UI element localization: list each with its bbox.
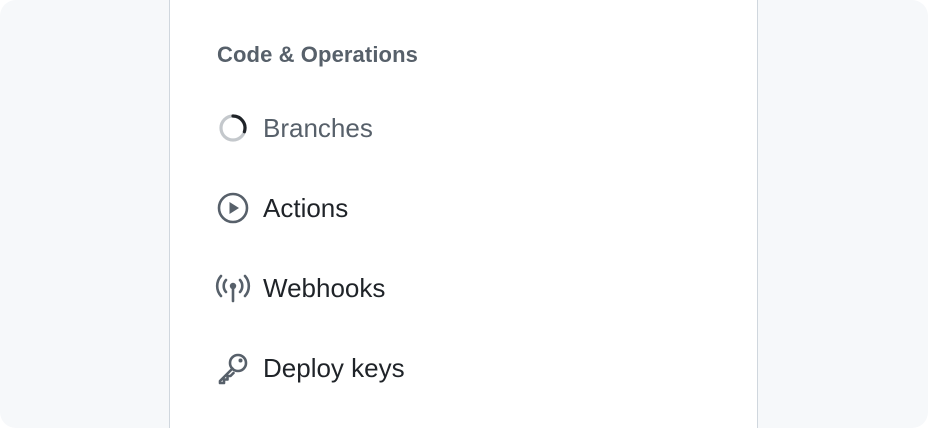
settings-frame: Code & Operations Branches Actions Webho… <box>0 0 928 428</box>
sidebar-item-deploy-keys[interactable]: Deploy keys <box>215 344 715 392</box>
sidebar-item-webhooks[interactable]: Webhooks <box>215 264 715 312</box>
sidebar-item-branches[interactable]: Branches <box>215 104 715 152</box>
sidebar-item-label: Deploy keys <box>263 352 405 383</box>
play-circle-icon <box>215 190 251 226</box>
broadcast-icon <box>215 270 251 306</box>
key-icon <box>215 350 251 386</box>
section-heading: Code & Operations <box>217 42 418 67</box>
loading-spinner-icon <box>215 110 251 146</box>
sidebar-item-label: Webhooks <box>263 272 386 303</box>
sidebar-item-label: Actions <box>263 192 349 223</box>
sidebar-item-actions[interactable]: Actions <box>215 184 715 232</box>
settings-sidebar-panel: Code & Operations Branches Actions Webho… <box>169 0 758 428</box>
sidebar-item-label: Branches <box>263 112 373 143</box>
